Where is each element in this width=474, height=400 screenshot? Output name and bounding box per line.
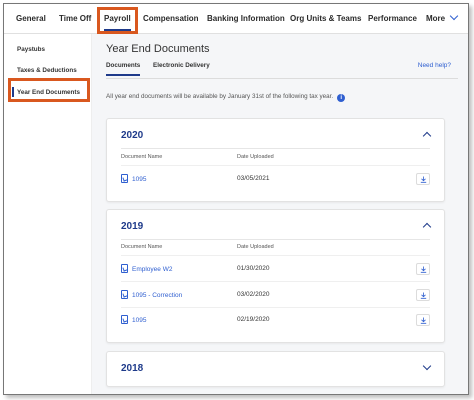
pdf-icon <box>121 174 128 183</box>
card-divider <box>121 239 430 240</box>
nav-general[interactable]: General <box>16 14 46 23</box>
sidebar-item-year-end-documents[interactable]: Year End Documents <box>12 87 80 97</box>
app-window: General Time Off Payroll Compensation Ba… <box>3 3 469 395</box>
nav-payroll[interactable]: Payroll <box>104 14 131 31</box>
year-heading: 2019 <box>121 221 144 232</box>
document-date: 02/19/2020 <box>237 316 270 323</box>
year-card-2020: 2020 Document Name Date Uploaded 1095 03… <box>106 118 445 202</box>
download-icon <box>420 292 427 299</box>
document-link[interactable]: 1095 - Correction <box>121 290 182 299</box>
document-link[interactable]: 1095 <box>121 174 146 183</box>
nav-more-label: More <box>426 14 446 23</box>
download-button[interactable] <box>416 173 430 185</box>
document-name: 1095 - Correction <box>132 292 183 299</box>
page-title: Year End Documents <box>106 43 210 55</box>
main-content: Year End Documents Documents Electronic … <box>92 34 468 394</box>
download-icon <box>420 176 427 183</box>
pdf-icon <box>121 264 128 273</box>
download-button[interactable] <box>416 263 430 275</box>
document-date: 03/05/2021 <box>237 175 270 182</box>
nav-compensation[interactable]: Compensation <box>143 14 199 23</box>
year-heading: 2018 <box>121 363 144 374</box>
year-heading: 2020 <box>121 130 144 141</box>
document-name: Employee W2 <box>132 266 173 273</box>
document-date: 01/30/2020 <box>237 265 270 272</box>
column-document-name: Document Name <box>121 244 163 250</box>
column-date-uploaded: Date Uploaded <box>237 244 274 250</box>
year-card-2019: 2019 Document Name Date Uploaded Employe… <box>106 209 445 343</box>
card-divider <box>121 148 430 149</box>
availability-notice-text: All year end documents will be available… <box>106 93 334 100</box>
row-divider <box>121 307 430 308</box>
download-button[interactable] <box>416 314 430 326</box>
download-icon <box>420 266 427 273</box>
document-date: 03/02/2020 <box>237 291 270 298</box>
document-link[interactable]: Employee W2 <box>121 264 172 273</box>
tab-divider <box>106 78 458 79</box>
nav-performance[interactable]: Performance <box>368 14 417 23</box>
chevron-up-icon[interactable] <box>422 131 432 141</box>
availability-notice: All year end documents will be available… <box>106 93 346 102</box>
sidebar-item-taxes-deductions[interactable]: Taxes & Deductions <box>17 67 77 74</box>
row-divider <box>121 281 430 282</box>
top-nav: General Time Off Payroll Compensation Ba… <box>4 4 468 34</box>
column-document-name: Document Name <box>121 154 163 160</box>
chevron-down-icon <box>449 11 459 21</box>
document-name: 1095 <box>132 176 147 183</box>
nav-more[interactable]: More <box>426 11 459 23</box>
download-icon <box>420 317 427 324</box>
chevron-up-icon[interactable] <box>422 222 432 232</box>
column-date-uploaded: Date Uploaded <box>237 154 274 160</box>
sidebar-item-paystubs[interactable]: Paystubs <box>17 46 45 53</box>
nav-org-units-teams[interactable]: Org Units & Teams <box>290 14 361 23</box>
document-link[interactable]: 1095 <box>121 315 146 324</box>
tab-documents[interactable]: Documents <box>106 62 141 76</box>
row-divider <box>121 255 430 256</box>
nav-banking-information[interactable]: Banking Information <box>207 14 285 23</box>
chevron-down-icon[interactable] <box>422 361 432 371</box>
sidebar: Paystubs Taxes & Deductions Year End Doc… <box>4 34 92 394</box>
year-card-2018[interactable]: 2018 <box>106 351 445 387</box>
nav-time-off[interactable]: Time Off <box>59 14 91 23</box>
document-name: 1095 <box>132 317 147 324</box>
pdf-icon <box>121 315 128 324</box>
tab-electronic-delivery[interactable]: Electronic Delivery <box>153 62 210 69</box>
info-icon[interactable]: i <box>337 94 346 102</box>
need-help-link[interactable]: Need help? <box>418 62 451 69</box>
download-button[interactable] <box>416 289 430 301</box>
row-divider <box>121 165 430 166</box>
pdf-icon <box>121 290 128 299</box>
